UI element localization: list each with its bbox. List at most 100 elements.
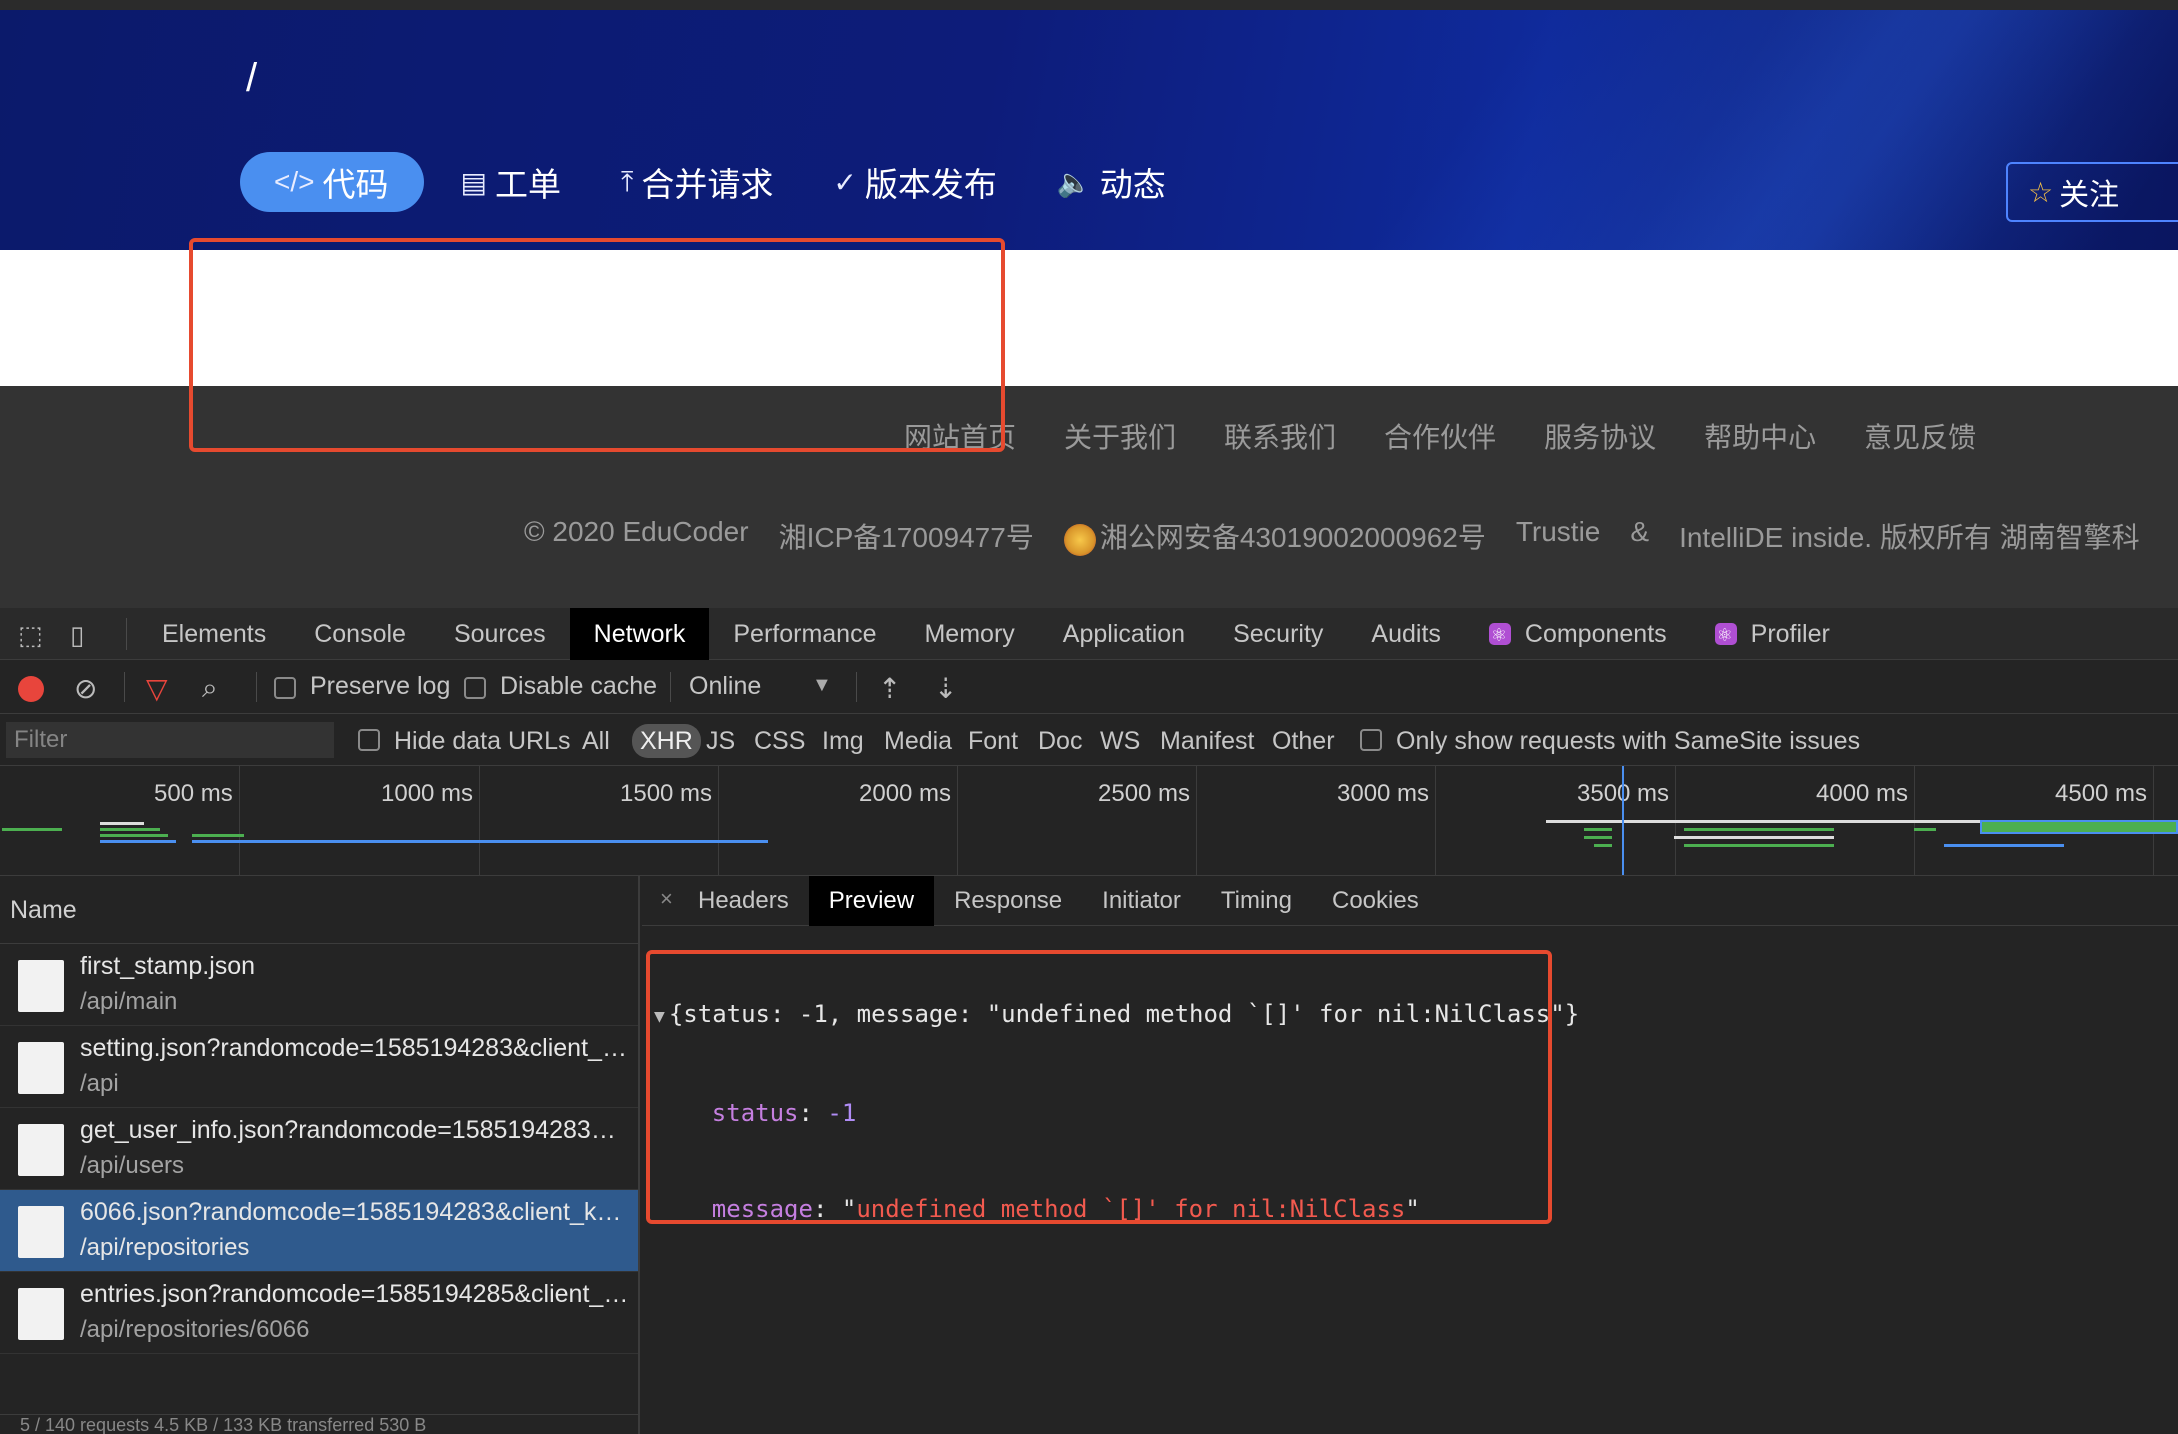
json-summary-row[interactable]: ▼ {status: -1, message: "undefined method… [654, 998, 1579, 1033]
clear-icon[interactable]: ⊘ [74, 672, 97, 705]
type-filter-other[interactable]: Other [1272, 724, 1335, 758]
request-row[interactable]: first_stamp.json /api/main [0, 944, 638, 1026]
expand-triangle-icon[interactable]: ▼ [654, 1006, 665, 1027]
trustie-text: Trustie [1515, 516, 1601, 547]
tab-components[interactable]: Components [1465, 608, 1691, 661]
request-row[interactable]: get_user_info.json?randomcode=1585194283… [0, 1108, 638, 1190]
footer-link[interactable]: 意见反馈 [1864, 416, 1976, 456]
devtools-panel: ⬚ ▯ Elements Console Sources Network Per… [0, 608, 2178, 1434]
request-row[interactable]: setting.json?randomcode=1585194283&clien… [0, 1026, 638, 1108]
nav-tab-activity[interactable]: 🔈 动态 [1057, 152, 1166, 212]
police-record[interactable]: 湘公网安备43019002000962号 [1063, 516, 1486, 556]
type-filter-all[interactable]: All [582, 724, 610, 758]
footer-link[interactable]: 联系我们 [1224, 416, 1336, 456]
type-filter-xhr[interactable]: XHR [632, 724, 701, 758]
tab-initiator[interactable]: Initiator [1082, 876, 1201, 926]
nav-tab-releases[interactable]: ✓ 版本发布 [833, 152, 996, 212]
file-icon [18, 960, 64, 1012]
tab-preview[interactable]: Preview [808, 876, 935, 926]
tab-timing[interactable]: Timing [1201, 876, 1312, 926]
filter-input[interactable] [6, 722, 334, 758]
tab-network[interactable]: Network [569, 608, 710, 660]
type-filter-js[interactable]: JS [706, 724, 735, 758]
react-icon [1714, 609, 1737, 661]
type-filter-media[interactable]: Media [884, 724, 952, 758]
tab-audits[interactable]: Audits [1347, 608, 1464, 660]
tab-elements[interactable]: Elements [138, 608, 290, 660]
throttling-select[interactable]: Online [689, 672, 761, 701]
filter-icon[interactable]: ▽ [146, 672, 168, 705]
timeline-request-bar [1546, 820, 1986, 823]
nav-tab-pull-requests[interactable]: ⤒ 合并请求 [621, 152, 773, 212]
name-column-header[interactable]: Name [0, 876, 638, 944]
json-string-value: undefined method `[]' for nil:NilClass [856, 1195, 1406, 1223]
hide-data-urls-checkbox[interactable] [358, 729, 380, 751]
nav-tab-code[interactable]: </> 代码 [240, 152, 425, 212]
police-badge-icon [1063, 523, 1096, 556]
footer-link[interactable]: 合作伙伴 [1384, 416, 1496, 456]
tab-performance[interactable]: Performance [709, 608, 900, 660]
json-property-row: message: "undefined method `[]' for nil:… [711, 1195, 1420, 1223]
tab-profiler[interactable]: Profiler [1691, 608, 1854, 661]
device-toggle-icon[interactable]: ▯ [70, 620, 102, 650]
request-row-selected[interactable]: 6066.json?randomcode=1585194283&client_k… [0, 1190, 638, 1272]
type-filter-ws[interactable]: WS [1100, 724, 1140, 758]
police-record-text: 湘公网安备43019002000962号 [1099, 522, 1486, 553]
footer-links: 网站首页 关于我们 联系我们 合作伙伴 服务协议 帮助中心 意见反馈 [904, 416, 2024, 456]
tab-label: Profiler [1750, 620, 1830, 648]
preserve-log-checkbox[interactable] [274, 677, 296, 699]
timeline-tick-label: 4000 ms [1816, 780, 1909, 807]
timeline-request-bar [2, 828, 62, 831]
json-key: message [711, 1195, 813, 1223]
timeline-request-bar [100, 822, 144, 825]
disable-cache-checkbox[interactable] [464, 677, 486, 699]
tab-console[interactable]: Console [290, 608, 430, 660]
nav-tab-issues[interactable]: ▤ 工单 [460, 152, 560, 212]
tab-security[interactable]: Security [1209, 608, 1347, 660]
type-filter-css[interactable]: CSS [754, 724, 805, 758]
request-path: /api/main [80, 988, 178, 1015]
timeline-request-bar [1674, 836, 1834, 839]
toolbar-separator [856, 672, 857, 702]
tab-memory[interactable]: Memory [900, 608, 1038, 660]
follow-button[interactable]: ☆ 关注 [2006, 162, 2178, 222]
timeline-request-bar [192, 840, 768, 843]
devtools-tabs: Elements Console Sources Network Perform… [138, 608, 1854, 661]
network-overview-timeline[interactable]: 500 ms 1000 ms 1500 ms 2000 ms 2500 ms 3… [0, 766, 2178, 876]
follow-label: 关注 [2059, 179, 2120, 212]
record-button[interactable] [18, 676, 44, 702]
footer-link[interactable]: 网站首页 [904, 416, 1016, 456]
samesite-checkbox[interactable] [1360, 729, 1382, 751]
request-row[interactable]: entries.json?randomcode=1585194285&clien… [0, 1272, 638, 1354]
json-preview: ▼ {status: -1, message: "undefined method… [654, 934, 1579, 1289]
tab-sources[interactable]: Sources [430, 608, 570, 660]
timeline-request-bar [1684, 844, 1834, 847]
nav-tab-label: 动态 [1099, 166, 1166, 203]
tab-application[interactable]: Application [1039, 608, 1209, 660]
search-icon[interactable]: ⌕ [202, 672, 218, 705]
icp-link[interactable]: 湘ICP备17009477号 [779, 516, 1034, 556]
timeline-tick-label: 2000 ms [859, 780, 952, 807]
timeline-gridline [1435, 766, 1436, 875]
file-icon [18, 1206, 64, 1258]
footer-link[interactable]: 服务协议 [1544, 416, 1656, 456]
type-filter-img[interactable]: Img [822, 724, 864, 758]
tab-headers[interactable]: Headers [678, 876, 809, 926]
timeline-tick-label: 500 ms [154, 780, 233, 807]
type-filter-font[interactable]: Font [968, 724, 1018, 758]
export-har-icon[interactable]: ⇣ [934, 672, 957, 705]
repo-path[interactable]: / [246, 56, 257, 101]
tab-cookies[interactable]: Cookies [1312, 876, 1439, 926]
repo-nav: </> 代码 ▤ 工单 ⤒ 合并请求 ✓ 版本发布 🔈 动态 [240, 152, 1226, 212]
request-name: first_stamp.json [80, 952, 256, 980]
footer-link[interactable]: 关于我们 [1064, 416, 1176, 456]
inspect-element-icon[interactable]: ⬚ [18, 620, 50, 650]
tab-response[interactable]: Response [934, 876, 1082, 926]
import-har-icon[interactable]: ⇡ [878, 672, 901, 705]
footer-link[interactable]: 帮助中心 [1704, 416, 1816, 456]
close-icon[interactable]: × [660, 886, 673, 912]
disable-cache-label: Disable cache [500, 672, 658, 700]
type-filter-manifest[interactable]: Manifest [1160, 724, 1254, 758]
request-path: /api/users [80, 1152, 185, 1179]
type-filter-doc[interactable]: Doc [1038, 724, 1082, 758]
